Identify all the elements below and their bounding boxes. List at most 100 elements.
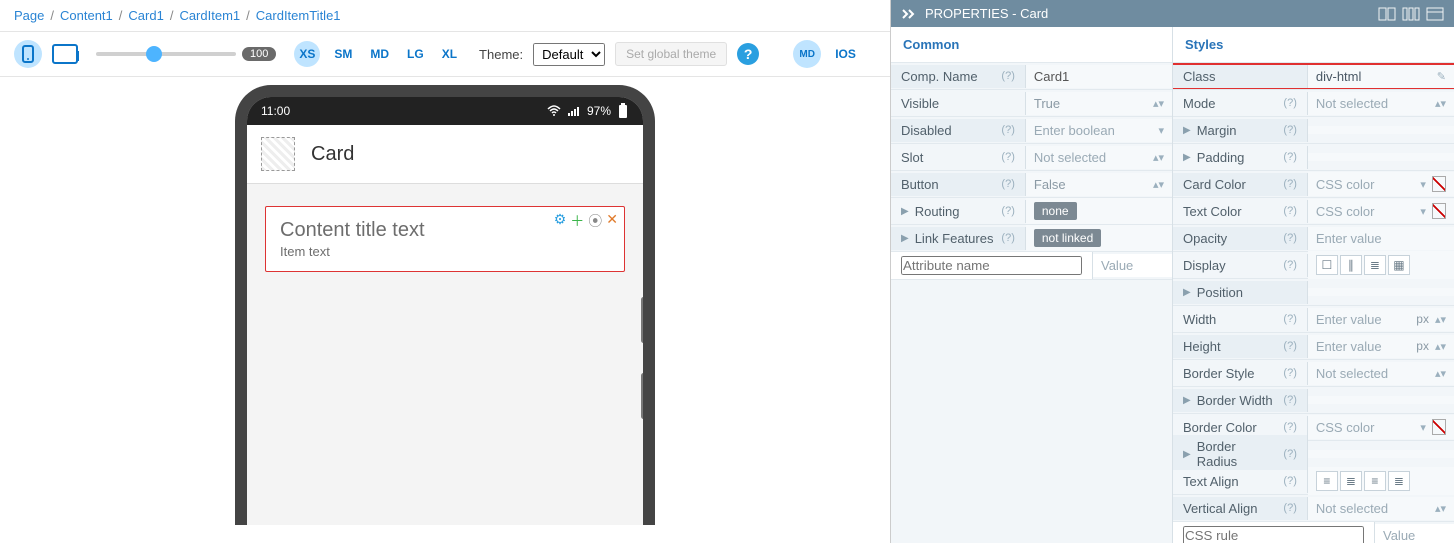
input-height[interactable] <box>1316 339 1410 354</box>
breakpoint-md[interactable]: MD <box>366 47 393 61</box>
input-opacity[interactable] <box>1316 231 1446 246</box>
help-icon[interactable]: (?) <box>1283 448 1296 460</box>
display-inline-icon[interactable]: ∥ <box>1340 255 1362 275</box>
align-center-icon[interactable]: ≣ <box>1340 471 1362 491</box>
dropdown-icon[interactable]: ▾ <box>1158 124 1164 137</box>
val-visible[interactable]: True <box>1034 96 1060 111</box>
card-item-text[interactable]: Item text <box>280 244 610 259</box>
display-block-icon[interactable]: ☐ <box>1316 255 1338 275</box>
color-swatch[interactable] <box>1432 419 1446 435</box>
device-tablet-button[interactable] <box>52 44 78 64</box>
help-icon[interactable]: (?) <box>1001 178 1014 190</box>
chevron-right-icon[interactable]: ▶ <box>901 206 909 217</box>
help-icon[interactable]: (?) <box>1283 313 1296 325</box>
dropdown-icon[interactable]: ▴▾ <box>1153 178 1164 191</box>
input-attr-value[interactable] <box>1101 258 1164 273</box>
dropdown-icon[interactable]: ▾ <box>1420 178 1426 191</box>
help-icon[interactable]: ? <box>737 43 759 65</box>
zoom-thumb[interactable] <box>146 46 162 62</box>
input-vertical-align[interactable] <box>1316 501 1429 516</box>
display-grid-icon[interactable]: ▦ <box>1388 255 1410 275</box>
selected-card[interactable]: ⚙ ＋ ⦿ ✕ Content title text Item text <box>265 206 625 272</box>
edit-icon[interactable]: ✎ <box>1437 70 1446 83</box>
input-css-rule-name[interactable] <box>1183 526 1364 543</box>
help-icon[interactable]: (?) <box>1283 124 1296 136</box>
input-attr-name[interactable] <box>901 256 1082 275</box>
dropdown-icon[interactable]: ▾ <box>1420 205 1426 218</box>
input-mode[interactable] <box>1316 96 1429 111</box>
breadcrumb-card1[interactable]: Card1 <box>128 8 163 23</box>
input-class[interactable] <box>1316 69 1431 84</box>
breadcrumb-content1[interactable]: Content1 <box>60 8 113 23</box>
help-icon[interactable]: (?) <box>1283 340 1296 352</box>
add-icon[interactable]: ＋ <box>570 211 584 231</box>
device-phone-button[interactable] <box>14 40 42 68</box>
help-icon[interactable]: (?) <box>1283 97 1296 109</box>
help-icon[interactable]: (?) <box>1283 367 1296 379</box>
collapse-icon[interactable] <box>901 8 917 20</box>
input-comp-name[interactable] <box>1034 69 1164 84</box>
help-icon[interactable]: (?) <box>1283 475 1296 487</box>
val-routing[interactable]: none <box>1034 202 1077 220</box>
input-css-rule-value[interactable] <box>1383 528 1446 543</box>
dropdown-icon[interactable]: ▴▾ <box>1435 97 1446 110</box>
close-icon[interactable]: ✕ <box>606 211 618 231</box>
help-icon[interactable]: (?) <box>1283 151 1296 163</box>
breadcrumb-page[interactable]: Page <box>14 8 44 23</box>
chevron-right-icon[interactable]: ▶ <box>1183 395 1191 406</box>
unit-height[interactable]: px <box>1416 339 1429 353</box>
chevron-right-icon[interactable]: ▶ <box>1183 287 1191 298</box>
breakpoint-xl[interactable]: XL <box>438 47 461 61</box>
help-icon[interactable]: (?) <box>1001 70 1014 82</box>
help-icon[interactable]: (?) <box>1283 259 1296 271</box>
platform-ios-button[interactable]: IOS <box>835 47 856 61</box>
help-icon[interactable]: (?) <box>1001 151 1014 163</box>
breadcrumb-carditemtitle1[interactable]: CardItemTitle1 <box>256 8 341 23</box>
layout-icon-3[interactable] <box>1426 7 1444 21</box>
breadcrumb-carditem1[interactable]: CardItem1 <box>179 8 240 23</box>
help-icon[interactable]: (?) <box>1283 421 1296 433</box>
align-justify-icon[interactable]: ≣ <box>1388 471 1410 491</box>
dropdown-icon[interactable]: ▴▾ <box>1435 367 1446 380</box>
display-flex-icon[interactable]: ≣ <box>1364 255 1386 275</box>
set-global-theme-button[interactable]: Set global theme <box>615 42 727 66</box>
chevron-right-icon[interactable]: ▶ <box>1183 152 1191 163</box>
help-icon[interactable]: (?) <box>1001 232 1014 244</box>
align-right-icon[interactable]: ≡ <box>1364 471 1386 491</box>
help-icon[interactable]: (?) <box>1283 232 1296 244</box>
align-left-icon[interactable]: ≡ <box>1316 471 1338 491</box>
input-text-color[interactable] <box>1316 204 1414 219</box>
breakpoint-xs[interactable]: XS <box>294 41 320 67</box>
header-image-placeholder[interactable] <box>261 137 295 171</box>
breakpoint-lg[interactable]: LG <box>403 47 428 61</box>
theme-select[interactable]: Default <box>533 43 605 66</box>
help-icon[interactable]: (?) <box>1283 502 1296 514</box>
input-width[interactable] <box>1316 312 1410 327</box>
dropdown-icon[interactable]: ▴▾ <box>1435 313 1446 326</box>
zoom-slider[interactable]: 100 <box>96 47 276 61</box>
input-border-color[interactable] <box>1316 420 1414 435</box>
help-icon[interactable]: (?) <box>1283 205 1296 217</box>
dropdown-icon[interactable]: ▴▾ <box>1153 151 1164 164</box>
zoom-track[interactable] <box>96 52 236 56</box>
dropdown-icon[interactable]: ▴▾ <box>1435 502 1446 515</box>
help-icon[interactable]: (?) <box>1283 178 1296 190</box>
link-icon[interactable]: ⦿ <box>588 211 602 231</box>
chevron-right-icon[interactable]: ▶ <box>1183 449 1191 460</box>
dropdown-icon[interactable]: ▴▾ <box>1435 340 1446 353</box>
help-icon[interactable]: (?) <box>1001 205 1014 217</box>
input-card-color[interactable] <box>1316 177 1414 192</box>
gear-icon[interactable]: ⚙ <box>554 211 567 231</box>
breakpoint-sm[interactable]: SM <box>330 47 356 61</box>
help-icon[interactable]: (?) <box>1283 394 1296 406</box>
layout-icon-1[interactable] <box>1378 7 1396 21</box>
unit-width[interactable]: px <box>1416 312 1429 326</box>
val-link[interactable]: not linked <box>1034 229 1101 247</box>
val-button[interactable]: False <box>1034 177 1066 192</box>
color-swatch[interactable] <box>1432 176 1446 192</box>
dropdown-icon[interactable]: ▴▾ <box>1153 97 1164 110</box>
input-disabled[interactable] <box>1034 123 1153 138</box>
chevron-right-icon[interactable]: ▶ <box>901 233 909 244</box>
color-swatch[interactable] <box>1432 203 1446 219</box>
input-slot[interactable] <box>1034 150 1147 165</box>
